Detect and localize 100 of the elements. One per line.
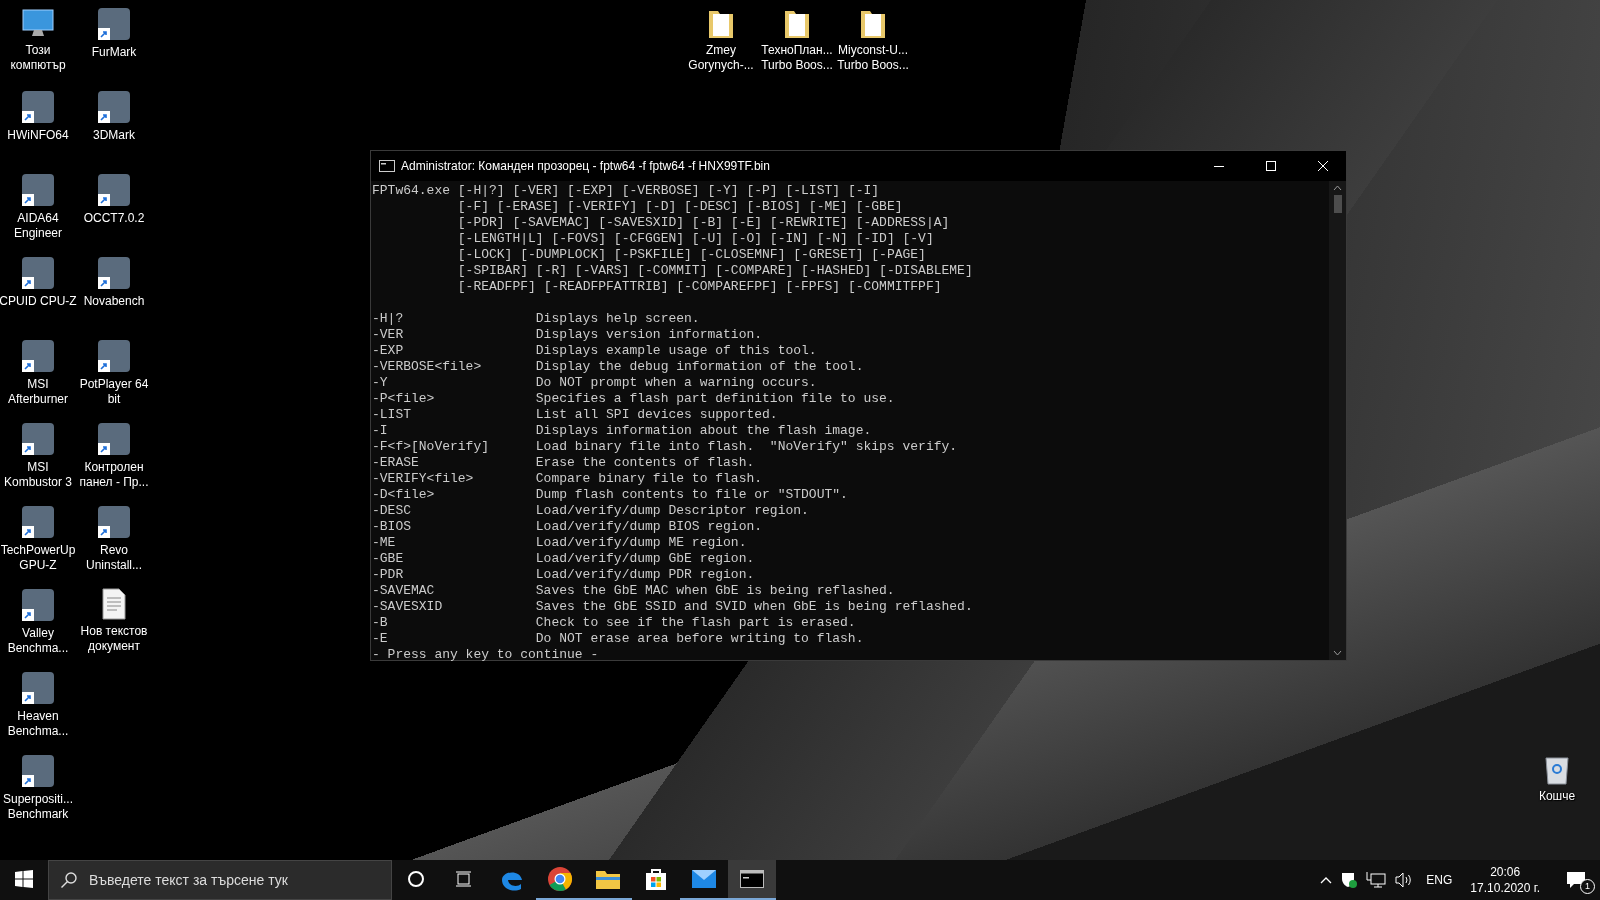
option-name: -BIOS bbox=[372, 519, 412, 535]
browser-icon bbox=[547, 866, 573, 892]
option-description: Erase the contents of flash. bbox=[535, 455, 756, 471]
option-name: -EXP bbox=[372, 343, 405, 359]
option-description: Load/verify/dump PDR region. bbox=[535, 567, 756, 583]
desktop-shortcut[interactable]: Този компютър bbox=[0, 4, 76, 87]
document-icon bbox=[102, 588, 126, 620]
option-name: -VERBOSE<file> bbox=[372, 359, 483, 375]
console-text: [-LENGTH|L] [-FOVS] [-CFGGEN] [-U] [-O] [-IN] [-N] [-ID] [-V] bbox=[457, 231, 934, 247]
app-shortcut-icon bbox=[21, 422, 55, 456]
option-name: -PDR bbox=[372, 567, 405, 583]
notifications-button[interactable]: 1 bbox=[1550, 860, 1600, 900]
option-name: -VERIFY<file> bbox=[372, 471, 475, 487]
desktop-folder[interactable]: ТехноПлан... Turbo Boos... bbox=[759, 4, 835, 73]
windows-logo-icon bbox=[15, 870, 33, 888]
option-name: -B bbox=[372, 615, 389, 631]
desktop-shortcut[interactable]: 3DMark bbox=[76, 87, 152, 170]
console-text: [-SPIBAR] [-R] [-VARS] [-COMMIT] [-COMPARE] [-HASHED] [-DISABLEME] bbox=[457, 263, 973, 279]
option-description: Load/verify/dump Descriptor region. bbox=[535, 503, 810, 519]
option-description: Load binary file into flash. "NoVerify" skips verify. bbox=[535, 439, 959, 455]
option-description: Displays example usage of this tool. bbox=[535, 343, 818, 359]
desktop-shortcut[interactable]: FurMark bbox=[76, 4, 152, 87]
desktop-shortcut[interactable]: HWiNFO64 bbox=[0, 87, 76, 170]
option-description: List all SPI devices supported. bbox=[535, 407, 779, 423]
desktop-shortcut[interactable]: TechPowerUp GPU-Z bbox=[0, 502, 76, 585]
app-shortcut-icon bbox=[97, 505, 131, 539]
option-description: Load/verify/dump GbE region. bbox=[535, 551, 756, 567]
scrollbar[interactable] bbox=[1329, 181, 1346, 660]
option-name: -SAVESXID bbox=[372, 599, 444, 615]
desktop-folder[interactable]: Zmey Gorynych-... bbox=[683, 4, 759, 73]
option-description: Check to see if the flash part is erased. bbox=[535, 615, 857, 631]
option-name: -Y bbox=[372, 375, 389, 391]
console-text: [-READFPF] [-READFPFATTRIB] [-COMPAREFPF] [-FPFS] [-COMMITFPF] bbox=[457, 279, 942, 295]
close-icon bbox=[1318, 161, 1328, 171]
app-shortcut-icon bbox=[97, 7, 131, 41]
desktop-shortcut[interactable]: Superpositi... Benchmark bbox=[0, 751, 76, 834]
desktop-shortcut[interactable]: MSI Afterburner bbox=[0, 336, 76, 419]
window-title: Administrator: Команден прозорец - fptw64 -f fptw64 -f HNX99TF.bin bbox=[401, 159, 771, 173]
option-name: -ME bbox=[372, 535, 397, 551]
desktop-folder[interactable]: Miyconst-U... Turbo Boos... bbox=[835, 4, 911, 73]
option-description: Specifies a flash part definition file to use. bbox=[535, 391, 896, 407]
speech-bubble-icon bbox=[1566, 871, 1586, 889]
language-button[interactable]: ENG bbox=[1418, 860, 1461, 900]
console-icon bbox=[740, 870, 764, 888]
option-name: -GBE bbox=[372, 551, 405, 567]
folder-icon bbox=[595, 868, 621, 890]
desktop-shortcut[interactable]: MSI Kombustor 3 bbox=[0, 419, 76, 502]
option-name: -VER bbox=[372, 327, 405, 343]
console-icon bbox=[379, 160, 395, 172]
option-description: Do NOT erase area before writing to flash. bbox=[535, 631, 865, 647]
console-text: [-H|?] [-VER] [-EXP] [-VERBOSE] [-Y] [-P] [-LIST] [-I] bbox=[457, 183, 880, 199]
app-shortcut-icon bbox=[21, 588, 55, 622]
desktop-shortcut[interactable]: CPUID CPU-Z bbox=[0, 253, 76, 336]
app-shortcut-icon bbox=[21, 671, 55, 705]
desktop-shortcut[interactable]: Revo Uninstall... bbox=[76, 502, 152, 585]
desktop-shortcut[interactable]: Valley Benchma... bbox=[0, 585, 76, 668]
app-shortcut-icon bbox=[21, 754, 55, 788]
option-description: Saves the GbE MAC when GbE is being reflashed. bbox=[535, 583, 896, 599]
console-text: [-LOCK] [-DUMPLOCK] [-PSKFILE] [-CLOSEMNF] [-GRESET] [-PAGE] bbox=[457, 247, 926, 263]
monitor-icon bbox=[21, 7, 55, 39]
option-name: -H|? bbox=[372, 311, 405, 327]
search-field[interactable]: Въведете текст за търсене тук bbox=[48, 860, 392, 900]
clock[interactable]: 20:06 17.10.2020 г. bbox=[1460, 860, 1550, 900]
app-shortcut-icon bbox=[97, 90, 131, 124]
app-shortcut-icon bbox=[97, 173, 131, 207]
taskbar-app[interactable] bbox=[728, 860, 776, 900]
shield-icon bbox=[1340, 871, 1359, 889]
console-text: FPTw64.exe bbox=[372, 183, 451, 199]
desktop-shortcut[interactable]: Контролен панел - Пр... bbox=[76, 419, 152, 502]
task-view-icon bbox=[455, 870, 473, 888]
maximize-icon bbox=[1266, 161, 1276, 171]
desktop-shortcut[interactable]: AIDA64 Engineer bbox=[0, 170, 76, 253]
option-name: -SAVEMAC bbox=[372, 583, 436, 599]
option-description: Dump flash contents to file or "STDOUT". bbox=[535, 487, 849, 503]
chevron-up-icon bbox=[1320, 876, 1333, 884]
desktop-shortcut[interactable]: OCCT7.0.2 bbox=[76, 170, 152, 253]
desktop-shortcut[interactable]: Novabench bbox=[76, 253, 152, 336]
app-shortcut-icon bbox=[21, 339, 55, 373]
recycle-bin[interactable]: Кошче bbox=[1519, 752, 1595, 804]
app-shortcut-icon bbox=[97, 339, 131, 373]
desktop-shortcut[interactable]: Нов текстов документ bbox=[76, 585, 152, 668]
option-description: Displays information about the flash image. bbox=[535, 423, 873, 439]
option-description: Displays help screen. bbox=[535, 311, 701, 327]
network-monitor-icon bbox=[1366, 871, 1387, 889]
desktop-shortcut[interactable]: Heaven Benchma... bbox=[0, 668, 76, 751]
app-shortcut-icon bbox=[21, 90, 55, 124]
app-shortcut-icon bbox=[21, 173, 55, 207]
option-name: -P<file> bbox=[372, 391, 436, 407]
circle-icon bbox=[407, 870, 425, 888]
option-description: Compare binary file to flash. bbox=[535, 471, 764, 487]
option-name: -F<f>[NoVerify] bbox=[372, 439, 491, 455]
option-description: Saves the GbE SSID and SVID when GbE is being reflashed. bbox=[535, 599, 973, 615]
envelope-icon bbox=[691, 869, 717, 889]
trash-bin-icon bbox=[1544, 755, 1570, 785]
option-name: -E bbox=[372, 631, 389, 647]
desktop-shortcut[interactable]: PotPlayer 64 bit bbox=[76, 336, 152, 419]
app-shortcut-icon bbox=[21, 505, 55, 539]
console-text: [-PDR] [-SAVEMAC] [-SAVESXID] [-B] [-E] [-REWRITE] [-ADDRESS|A] bbox=[457, 215, 950, 231]
scroll-thumb[interactable] bbox=[1333, 195, 1342, 213]
console-prompt: - Press any key to continue - bbox=[372, 647, 599, 663]
